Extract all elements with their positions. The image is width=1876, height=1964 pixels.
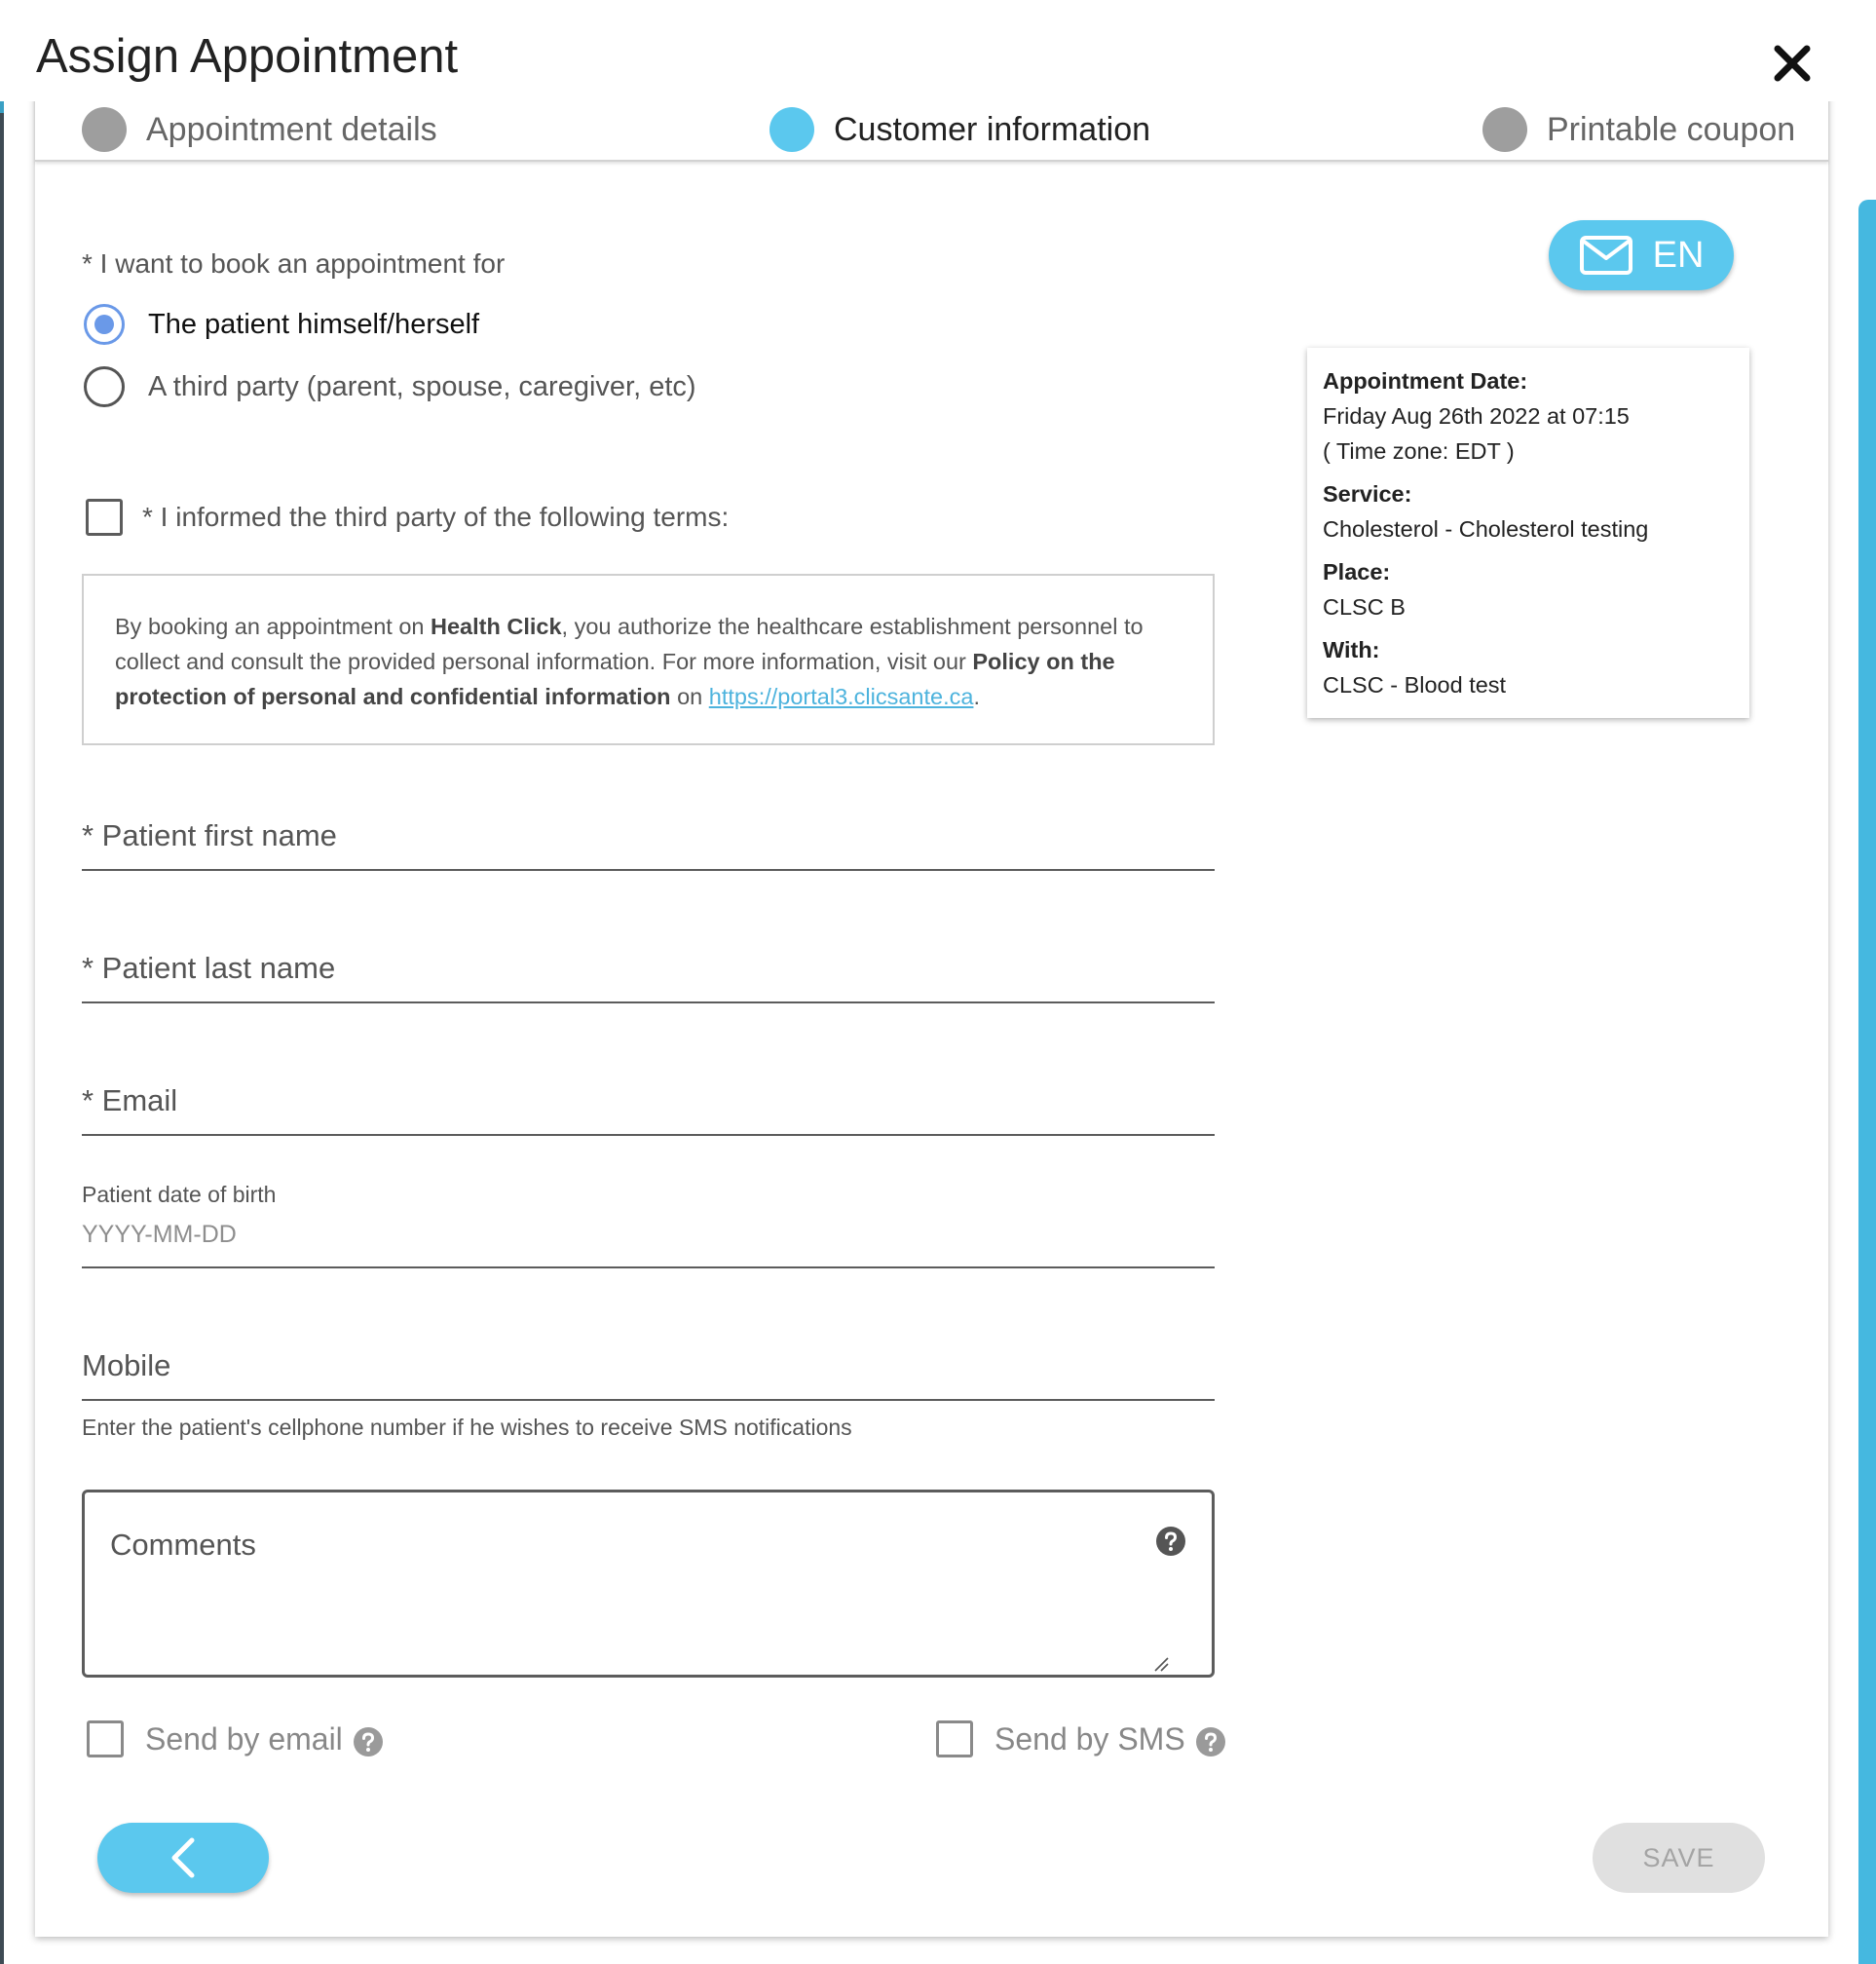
brand-name: Health Click [431, 614, 562, 639]
chevron-left-icon [171, 1837, 195, 1878]
date-of-birth-label: Patient date of birth [82, 1182, 277, 1207]
radio-third-party[interactable]: A third party (parent, spouse, caregiver… [84, 366, 696, 407]
last-name-field[interactable]: * Patient last name [82, 939, 1215, 1003]
send-by-sms-label: Send by SMS [994, 1720, 1185, 1756]
terms-text: . [973, 684, 980, 709]
send-by-email-checkbox[interactable] [87, 1720, 124, 1757]
terms-checkbox-label: * I informed the third party of the foll… [142, 502, 730, 532]
with-key: With: [1323, 637, 1380, 662]
place-value: CLSC B [1323, 594, 1406, 620]
step-indicator [82, 107, 127, 152]
date-of-birth-field[interactable]: Patient date of birth YYYY-MM-DD [82, 1182, 1215, 1268]
dialog-header: Assign Appointment [0, 0, 1876, 101]
place-key: Place: [1323, 559, 1391, 585]
terms-checkbox[interactable] [86, 499, 123, 536]
appointment-summary: Appointment Date: Friday Aug 26th 2022 a… [1307, 348, 1749, 718]
help-icon[interactable] [1195, 1726, 1226, 1757]
radio-label: A third party (parent, spouse, caregiver… [148, 370, 696, 402]
radio-button-selected[interactable] [84, 304, 125, 345]
send-by-sms-option[interactable]: Send by SMS [936, 1720, 1226, 1757]
step-indicator [769, 107, 814, 152]
step-appointment-details[interactable]: Appointment details [82, 105, 437, 154]
terms-text: on [670, 684, 709, 709]
appointment-date-key: Appointment Date: [1323, 368, 1528, 394]
first-name-field[interactable]: * Patient first name [82, 807, 1215, 871]
appointment-date-value: Friday Aug 26th 2022 at 07:15 [1323, 403, 1630, 429]
language-label: EN [1652, 234, 1705, 276]
step-indicator [1482, 107, 1527, 152]
send-by-email-label: Send by email [145, 1720, 343, 1756]
service-value: Cholesterol - Cholesterol testing [1323, 516, 1649, 542]
terms-checkbox-row[interactable]: * I informed the third party of the foll… [86, 499, 729, 536]
customer-information-form: * I want to book an appointment for The … [0, 0, 1876, 1964]
email-field[interactable]: * Email [82, 1072, 1215, 1136]
with-value: CLSC - Blood test [1323, 672, 1507, 698]
email-language-button[interactable]: EN [1549, 220, 1734, 290]
mobile-field[interactable]: Mobile [82, 1337, 1215, 1401]
step-printable-coupon[interactable]: Printable coupon [1482, 105, 1795, 154]
mobile-hint: Enter the patient's cellphone number if … [82, 1415, 852, 1440]
step-label: Appointment details [146, 110, 437, 148]
close-icon [1774, 45, 1811, 82]
email-label: * Email [82, 1083, 178, 1117]
first-name-label: * Patient first name [82, 818, 337, 852]
back-button[interactable] [97, 1823, 269, 1893]
date-of-birth-placeholder: YYYY-MM-DD [82, 1221, 237, 1248]
step-customer-information[interactable]: Customer information [769, 105, 1150, 154]
save-button[interactable]: SAVE [1593, 1823, 1765, 1893]
comments-label: Comments [110, 1528, 256, 1562]
step-label: Printable coupon [1547, 110, 1796, 148]
radio-label: The patient himself/herself [148, 308, 480, 340]
timezone-value: ( Time zone: EDT ) [1323, 438, 1515, 464]
send-by-sms-checkbox[interactable] [936, 1720, 973, 1757]
help-icon[interactable] [353, 1726, 384, 1757]
send-by-email-option[interactable]: Send by email [87, 1720, 384, 1757]
service-key: Service: [1323, 481, 1412, 507]
envelope-icon [1579, 236, 1632, 275]
radio-button[interactable] [84, 366, 125, 407]
comments-textarea[interactable]: Comments [82, 1490, 1215, 1678]
terms-text-box: By booking an appointment on Health Clic… [82, 574, 1215, 745]
portal-link[interactable]: https://portal3.clicsante.ca [709, 684, 974, 709]
terms-text: By booking an appointment on [115, 614, 431, 639]
mobile-label: Mobile [82, 1348, 171, 1382]
help-icon[interactable] [1155, 1526, 1186, 1557]
close-button[interactable] [1768, 39, 1817, 88]
last-name-label: * Patient last name [82, 951, 336, 985]
booking-question: * I want to book an appointment for [82, 248, 506, 279]
step-label: Customer information [834, 110, 1151, 148]
dialog-title: Assign Appointment [36, 30, 459, 83]
resize-grip-icon[interactable] [1153, 1656, 1169, 1672]
radio-patient-self[interactable]: The patient himself/herself [84, 304, 479, 345]
